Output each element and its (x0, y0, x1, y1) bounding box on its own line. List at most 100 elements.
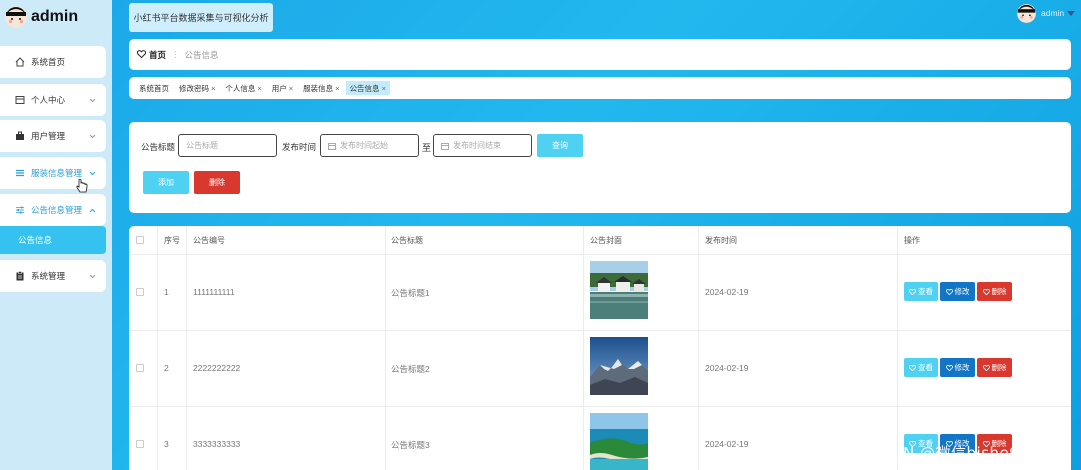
tab-change-password[interactable]: 修改密码 × (175, 81, 219, 95)
chevron-down-icon (89, 271, 96, 281)
sidebar-subitem-announcements[interactable]: 公告信息 (0, 226, 106, 254)
chevron-down-icon (89, 131, 96, 141)
chevron-down-icon (89, 95, 96, 105)
announcements-table: 序号 公告编号 公告标题 公告封面 发布时间 操作 1 1111111111 公… (129, 226, 1071, 470)
close-icon[interactable]: × (289, 84, 293, 93)
range-separator: 至 (422, 143, 432, 153)
title-search-input[interactable]: 公告标题 (178, 134, 277, 157)
row-index: 1 (164, 287, 169, 297)
breadcrumb-home[interactable]: 首页 (149, 49, 166, 61)
heart-icon (982, 288, 990, 295)
heart-icon (945, 288, 953, 295)
profile-icon (14, 94, 26, 106)
sidebar-item-system[interactable]: 系统管理 (0, 260, 106, 292)
start-date-input[interactable]: 发布时间起始 (320, 134, 419, 157)
system-title: 小红书平台数据采集与可视化分析 (129, 3, 273, 32)
heart-icon (136, 49, 147, 60)
sliders-icon (14, 204, 26, 216)
logo-avatar (5, 6, 27, 28)
batch-delete-button[interactable]: 删除 (194, 171, 240, 194)
column-divider (583, 226, 584, 470)
header-code: 公告编号 (193, 236, 225, 245)
chevron-down-icon (89, 168, 96, 178)
home-icon (14, 56, 26, 68)
row-checkbox[interactable] (136, 288, 144, 296)
list-icon (14, 167, 26, 179)
end-date-input[interactable]: 发布时间结束 (433, 134, 532, 157)
watermark: CSDN @微信bishe911 (870, 444, 1040, 462)
view-button[interactable]: 查看 (904, 358, 938, 377)
column-divider (698, 226, 699, 470)
view-button[interactable]: 查看 (904, 282, 938, 301)
row-title: 公告标题3 (391, 440, 430, 450)
close-icon[interactable]: × (335, 84, 339, 93)
row-code: 2222222222 (193, 363, 241, 373)
sidebar-item-profile[interactable]: 个人中心 (0, 84, 106, 116)
cover-image[interactable] (590, 337, 648, 395)
row-code: 3333333333 (193, 439, 241, 449)
row-title: 公告标题1 (391, 288, 430, 298)
user-avatar[interactable] (1017, 4, 1036, 23)
edit-button[interactable]: 修改 (940, 282, 975, 301)
header-cover: 公告封面 (590, 236, 622, 245)
row-title: 公告标题2 (391, 364, 430, 374)
header-date: 发布时间 (705, 236, 737, 245)
row-date: 2024-02-19 (705, 439, 749, 449)
user-name[interactable]: admin (1041, 8, 1064, 18)
row-checkbox[interactable] (136, 364, 144, 372)
caret-down-icon[interactable] (1067, 11, 1075, 16)
heart-icon (909, 288, 916, 295)
heart-icon (982, 364, 990, 371)
sidebar-item-users[interactable]: 用户管理 (0, 120, 106, 152)
close-icon[interactable]: × (382, 84, 386, 93)
time-label: 发布时间 (282, 142, 317, 152)
tab-users[interactable]: 用户 × (268, 81, 297, 95)
row-divider (129, 254, 1071, 255)
header-index: 序号 (164, 236, 180, 245)
sidebar-item-home[interactable]: 系统首页 (0, 46, 106, 78)
sidebar-item-label: 系统首页 (31, 57, 66, 67)
title-label: 公告标题 (141, 142, 176, 152)
header-title: 公告标题 (391, 236, 423, 245)
row-index: 3 (164, 439, 169, 449)
delete-button[interactable]: 删除 (977, 358, 1012, 377)
row-divider (129, 406, 1071, 407)
edit-button[interactable]: 修改 (940, 358, 975, 377)
row-date: 2024-02-19 (705, 363, 749, 373)
tabs-bar: 系统首页 修改密码 × 个人信息 × 用户 × 服装信息 × 公告信息 × (129, 77, 1071, 99)
cover-image[interactable] (590, 413, 648, 470)
heart-icon (945, 364, 953, 371)
select-all-checkbox[interactable] (136, 236, 144, 244)
tab-personal-info[interactable]: 个人信息 × (221, 81, 265, 95)
row-divider (129, 330, 1071, 331)
column-divider (385, 226, 386, 470)
column-divider (897, 226, 898, 470)
filter-panel: 公告标题 公告标题 发布时间 发布时间起始 至 发布时间结束 查询 添加 删除 (129, 122, 1071, 213)
calendar-icon (441, 142, 449, 150)
logo-text: admin (31, 8, 79, 25)
tab-announcements[interactable]: 公告信息 × (345, 81, 390, 95)
query-button[interactable]: 查询 (537, 134, 583, 157)
tab-clothing[interactable]: 服装信息 × (299, 81, 343, 95)
close-icon[interactable]: × (211, 84, 215, 93)
tab-home[interactable]: 系统首页 (135, 81, 173, 95)
row-code: 1111111111 (193, 287, 235, 297)
breadcrumb-separator: ⋮ (171, 49, 180, 59)
cover-image[interactable] (590, 261, 648, 319)
sidebar-item-label: 系统管理 (31, 271, 66, 281)
sidebar-item-announcements[interactable]: 公告信息管理 (0, 194, 106, 226)
sidebar-item-label: 公告信息管理 (31, 205, 83, 215)
add-button[interactable]: 添加 (143, 171, 189, 194)
calendar-icon (328, 142, 336, 150)
briefcase-icon (14, 130, 26, 142)
close-icon[interactable]: × (257, 84, 261, 93)
column-divider (157, 226, 158, 470)
sidebar-item-clothing[interactable]: 服装信息管理 (0, 157, 106, 189)
sidebar: admin 系统首页 个人中心 用户管理 服装信息管理 公告信息管理 公告信息 … (0, 0, 112, 470)
sidebar-item-label: 个人中心 (31, 95, 66, 105)
heart-icon (909, 364, 916, 371)
breadcrumb: 首页 ⋮ 公告信息 (129, 39, 1071, 70)
delete-button[interactable]: 删除 (977, 282, 1012, 301)
row-checkbox[interactable] (136, 440, 144, 448)
column-divider (186, 226, 187, 470)
